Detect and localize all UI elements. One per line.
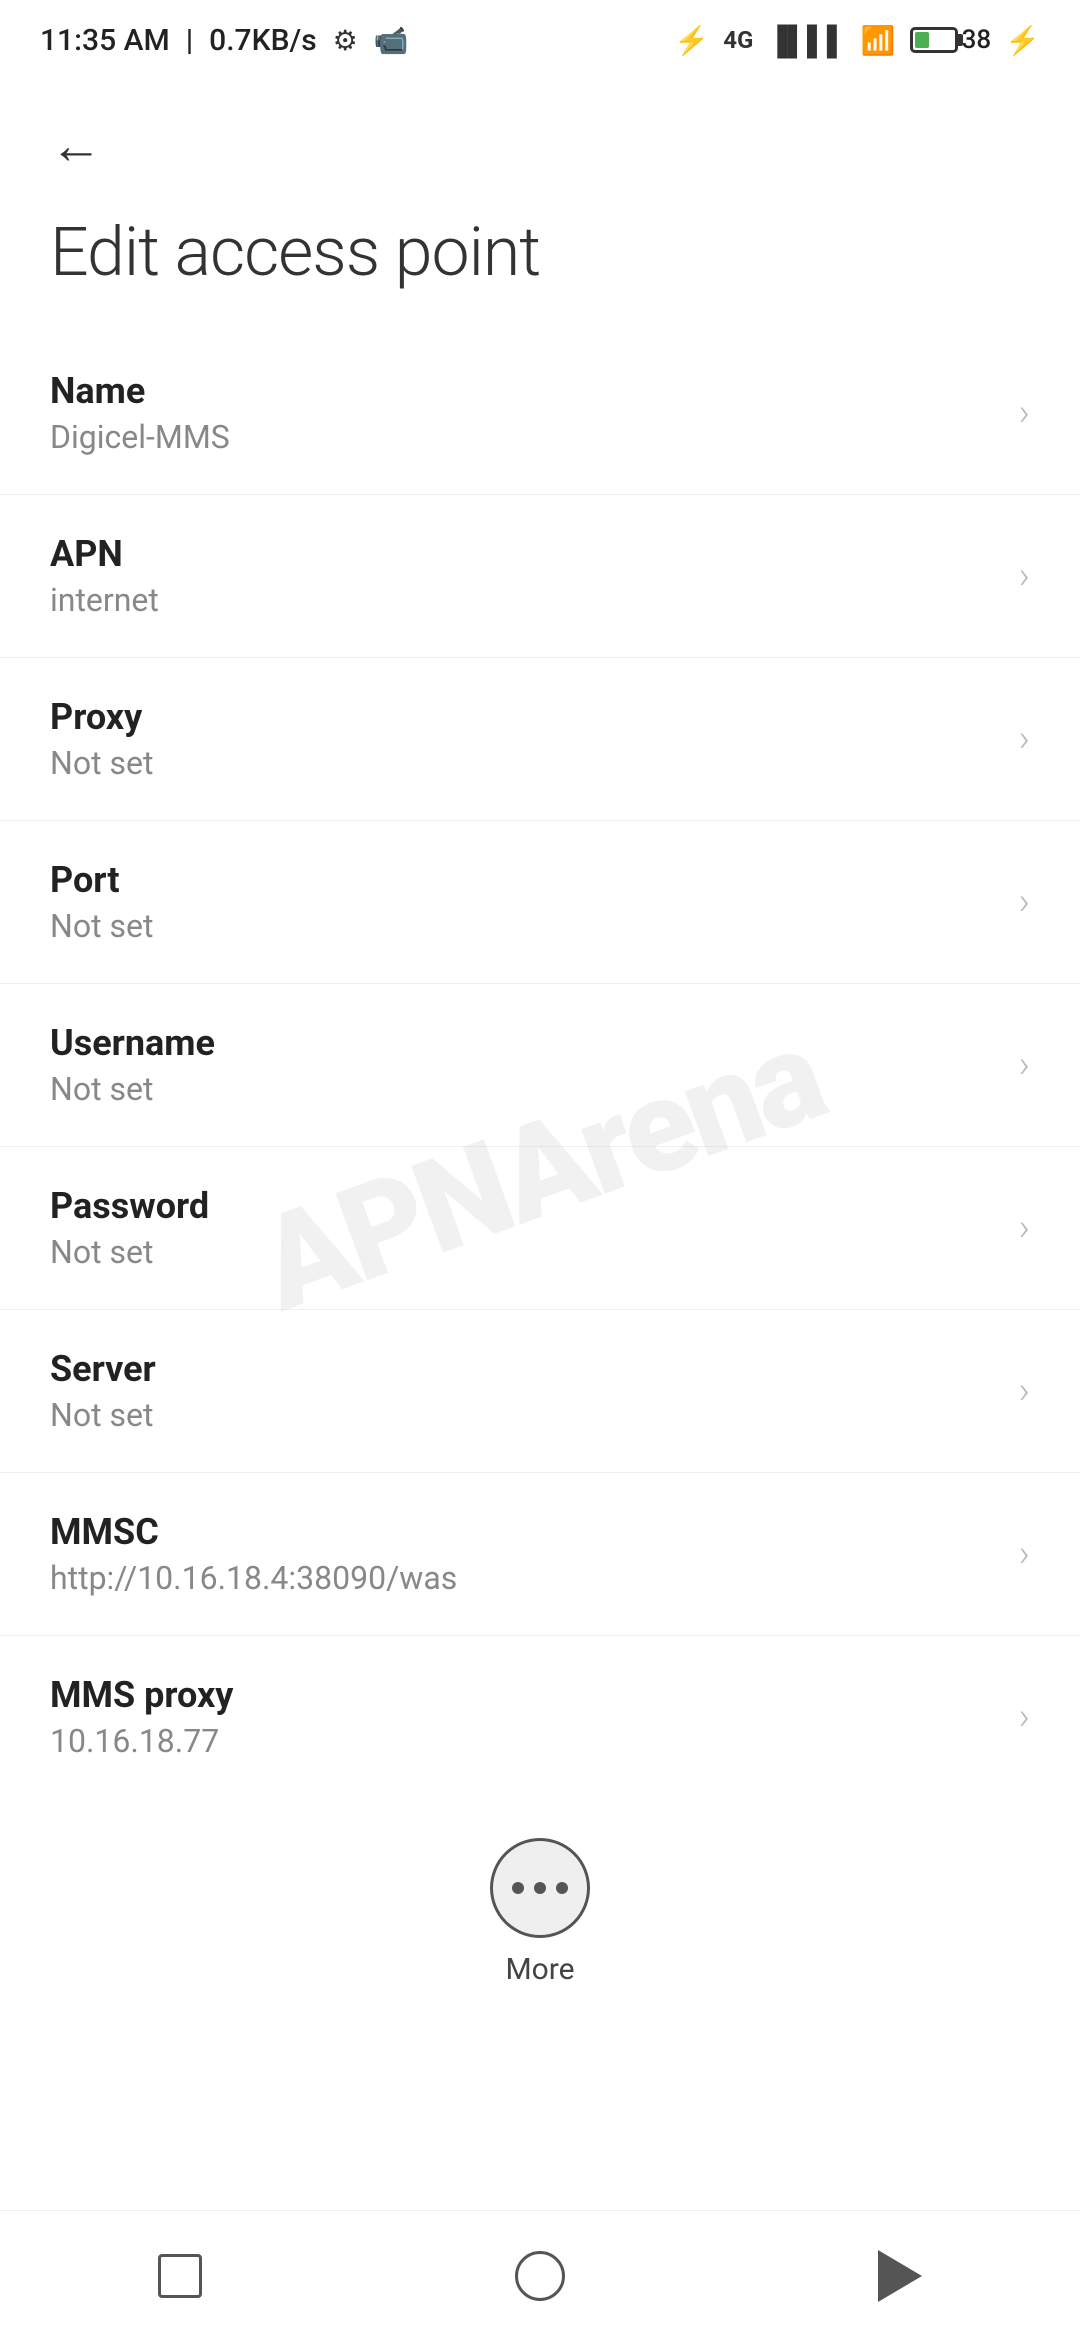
setting-name-content: Name Digicel-MMS bbox=[50, 370, 999, 456]
setting-mms-proxy-chevron: › bbox=[1019, 1695, 1030, 1739]
bluetooth-icon: ⚡ bbox=[674, 24, 709, 57]
back-row: ← bbox=[0, 80, 1080, 192]
setting-server-chevron: › bbox=[1019, 1369, 1030, 1413]
setting-mms-proxy[interactable]: MMS proxy 10.16.18.77 › bbox=[0, 1636, 1080, 1798]
dot-3 bbox=[556, 1882, 568, 1894]
setting-proxy-label: Proxy bbox=[50, 696, 999, 738]
setting-username-value: Not set bbox=[50, 1070, 999, 1108]
setting-password-content: Password Not set bbox=[50, 1185, 999, 1271]
dot-1 bbox=[512, 1882, 524, 1894]
setting-proxy[interactable]: Proxy Not set › bbox=[0, 658, 1080, 821]
camera-icon: 📹 bbox=[374, 24, 409, 57]
setting-username[interactable]: Username Not set › bbox=[0, 984, 1080, 1147]
setting-proxy-value: Not set bbox=[50, 744, 999, 782]
setting-username-label: Username bbox=[50, 1022, 999, 1064]
setting-mmsc-value: http://10.16.18.4:38090/was bbox=[50, 1559, 999, 1597]
separator: | bbox=[186, 23, 193, 58]
battery-fill bbox=[915, 32, 929, 48]
setting-apn-chevron: › bbox=[1019, 554, 1030, 598]
setting-server-value: Not set bbox=[50, 1396, 999, 1434]
signal-bars-icon: ▐▌▌▌ bbox=[767, 24, 846, 57]
setting-mms-proxy-content: MMS proxy 10.16.18.77 bbox=[50, 1674, 999, 1760]
setting-proxy-chevron: › bbox=[1019, 717, 1030, 761]
charging-icon: ⚡ bbox=[1005, 24, 1040, 57]
setting-name-value: Digicel-MMS bbox=[50, 418, 999, 456]
status-right: ⚡ 4G ▐▌▌▌ 📶 38 ⚡ bbox=[674, 24, 1040, 57]
more-section: More bbox=[0, 1798, 1080, 2037]
setting-mmsc-content: MMSC http://10.16.18.4:38090/was bbox=[50, 1511, 999, 1597]
wifi-icon: 📶 bbox=[861, 24, 896, 57]
battery-percent: 38 bbox=[962, 25, 992, 55]
page-title: Edit access point bbox=[0, 192, 1080, 332]
setting-name-chevron: › bbox=[1019, 391, 1030, 435]
setting-proxy-content: Proxy Not set bbox=[50, 696, 999, 782]
setting-name-label: Name bbox=[50, 370, 999, 412]
back-button[interactable]: ← bbox=[50, 120, 102, 172]
setting-mmsc-label: MMSC bbox=[50, 1511, 999, 1553]
nav-home-button[interactable] bbox=[500, 2236, 580, 2316]
more-button[interactable] bbox=[490, 1838, 590, 1938]
status-bar: 11:35 AM | 0.7KB/s ⚙ 📹 ⚡ 4G ▐▌▌▌ 📶 38 ⚡ bbox=[0, 0, 1080, 80]
setting-password[interactable]: Password Not set › bbox=[0, 1147, 1080, 1310]
settings-list: Name Digicel-MMS › APN internet › Proxy … bbox=[0, 332, 1080, 1798]
setting-apn-value: internet bbox=[50, 581, 999, 619]
setting-password-label: Password bbox=[50, 1185, 999, 1227]
recents-icon bbox=[158, 2254, 202, 2298]
dot-2 bbox=[534, 1882, 546, 1894]
setting-username-content: Username Not set bbox=[50, 1022, 999, 1108]
navigation-bar bbox=[0, 2210, 1080, 2340]
setting-password-value: Not set bbox=[50, 1233, 999, 1271]
battery-icon bbox=[910, 27, 958, 53]
setting-port-label: Port bbox=[50, 859, 999, 901]
setting-server[interactable]: Server Not set › bbox=[0, 1310, 1080, 1473]
battery-indicator: 38 bbox=[910, 25, 992, 55]
settings-icon: ⚙ bbox=[333, 24, 358, 57]
setting-mms-proxy-value: 10.16.18.77 bbox=[50, 1722, 999, 1760]
nav-back-button[interactable] bbox=[860, 2236, 940, 2316]
speed-display: 0.7KB/s bbox=[209, 23, 316, 58]
setting-port-chevron: › bbox=[1019, 880, 1030, 924]
more-label: More bbox=[505, 1952, 574, 1987]
setting-mms-proxy-label: MMS proxy bbox=[50, 1674, 999, 1716]
setting-port[interactable]: Port Not set › bbox=[0, 821, 1080, 984]
back-arrow-icon: ← bbox=[50, 120, 102, 172]
setting-username-chevron: › bbox=[1019, 1043, 1030, 1087]
setting-password-chevron: › bbox=[1019, 1206, 1030, 1250]
setting-port-value: Not set bbox=[50, 907, 999, 945]
setting-port-content: Port Not set bbox=[50, 859, 999, 945]
setting-apn-label: APN bbox=[50, 533, 999, 575]
setting-server-content: Server Not set bbox=[50, 1348, 999, 1434]
signal-4g-icon: 4G bbox=[723, 26, 753, 54]
setting-server-label: Server bbox=[50, 1348, 999, 1390]
home-icon bbox=[515, 2251, 565, 2301]
status-left: 11:35 AM | 0.7KB/s ⚙ 📹 bbox=[40, 23, 409, 58]
setting-apn[interactable]: APN internet › bbox=[0, 495, 1080, 658]
time-display: 11:35 AM bbox=[40, 23, 170, 58]
more-dots-icon bbox=[512, 1882, 568, 1894]
setting-apn-content: APN internet bbox=[50, 533, 999, 619]
setting-mmsc-chevron: › bbox=[1019, 1532, 1030, 1576]
setting-mmsc[interactable]: MMSC http://10.16.18.4:38090/was › bbox=[0, 1473, 1080, 1636]
setting-name[interactable]: Name Digicel-MMS › bbox=[0, 332, 1080, 495]
back-icon bbox=[878, 2250, 922, 2302]
nav-recents-button[interactable] bbox=[140, 2236, 220, 2316]
